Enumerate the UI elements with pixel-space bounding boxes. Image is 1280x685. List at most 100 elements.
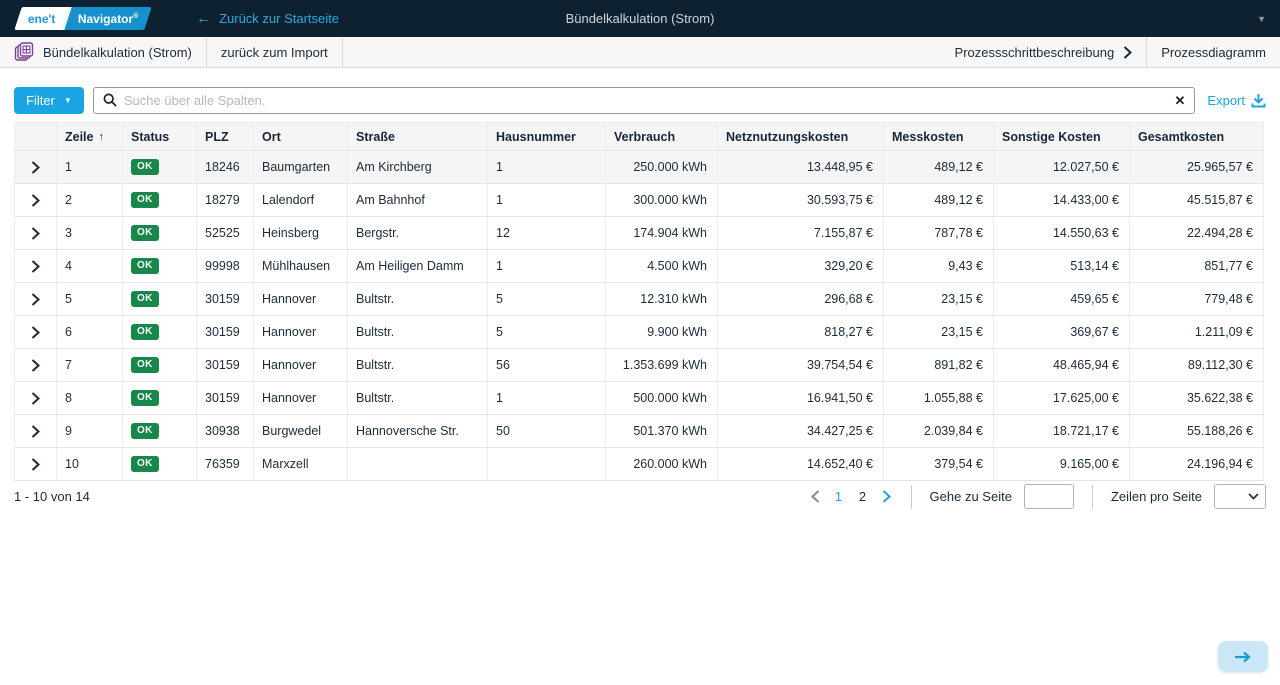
- export-button[interactable]: Export: [1204, 93, 1266, 108]
- expand-row-button[interactable]: [15, 184, 57, 217]
- header-plz[interactable]: PLZ: [197, 123, 254, 151]
- chevron-right-icon: [31, 425, 40, 438]
- process-diagram-link[interactable]: Prozessdiagramm: [1161, 37, 1266, 67]
- search-input[interactable]: [124, 93, 1168, 108]
- search-field[interactable]: ✕: [93, 87, 1196, 114]
- table-row[interactable]: 2 OK 18279 Lalendorf Am Bahnhof 1 300.00…: [15, 184, 1264, 217]
- expand-row-button[interactable]: [15, 283, 57, 316]
- top-app-bar: ene't Navigator® ← Zurück zur Startseite…: [0, 0, 1280, 37]
- cell-messkosten: 23,15 €: [884, 283, 994, 316]
- cell-sonstige-kosten: 14.433,00 €: [994, 184, 1130, 217]
- cell-hausnummer: 1: [488, 382, 606, 415]
- cell-verbrauch: 260.000 kWh: [606, 448, 718, 481]
- expand-row-button[interactable]: [15, 382, 57, 415]
- cell-status: OK: [123, 184, 197, 217]
- table-row[interactable]: 5 OK 30159 Hannover Bultstr. 5 12.310 kW…: [15, 283, 1264, 316]
- table-row[interactable]: 9 OK 30938 Burgwedel Hannoversche Str. 5…: [15, 415, 1264, 448]
- expand-row-button[interactable]: [15, 250, 57, 283]
- cell-strasse: Bultstr.: [348, 349, 488, 382]
- cell-messkosten: 9,43 €: [884, 250, 994, 283]
- back-link-label: Zurück zur Startseite: [219, 11, 339, 26]
- expand-row-button[interactable]: [15, 349, 57, 382]
- cell-sonstige-kosten: 513,14 €: [994, 250, 1130, 283]
- table-row[interactable]: 4 OK 99998 Mühlhausen Am Heiligen Damm 1…: [15, 250, 1264, 283]
- filter-button-label: Filter: [26, 93, 55, 108]
- header-status[interactable]: Status: [123, 123, 197, 151]
- cell-zeile: 9: [57, 415, 123, 448]
- cell-strasse: Am Heiligen Damm: [348, 250, 488, 283]
- table-row[interactable]: 8 OK 30159 Hannover Bultstr. 1 500.000 k…: [15, 382, 1264, 415]
- export-label: Export: [1207, 93, 1245, 108]
- header-verbrauch[interactable]: Verbrauch: [606, 123, 718, 151]
- back-to-home-link[interactable]: ← Zurück zur Startseite: [196, 11, 339, 26]
- cell-zeile: 10: [57, 448, 123, 481]
- back-to-import-label: zurück zum Import: [221, 45, 328, 60]
- expand-row-button[interactable]: [15, 448, 57, 481]
- cell-sonstige-kosten: 18.721,17 €: [994, 415, 1130, 448]
- cell-strasse: Bultstr.: [348, 316, 488, 349]
- table-row[interactable]: 1 OK 18246 Baumgarten Am Kirchberg 1 250…: [15, 151, 1264, 184]
- header-hausnummer[interactable]: Hausnummer: [488, 123, 606, 151]
- cell-verbrauch: 12.310 kWh: [606, 283, 718, 316]
- page-button-2[interactable]: 2: [856, 489, 870, 504]
- cell-sonstige-kosten: 369,67 €: [994, 316, 1130, 349]
- header-expand: [15, 123, 57, 151]
- previous-page-button[interactable]: [809, 490, 822, 503]
- clear-search-icon[interactable]: ✕: [1175, 94, 1186, 107]
- module-title-group: Bündelkalkulation (Strom): [14, 37, 192, 67]
- cell-verbrauch: 174.904 kWh: [606, 217, 718, 250]
- rows-per-page-select[interactable]: [1214, 484, 1266, 509]
- process-step-description-link[interactable]: Prozessschrittbeschreibung: [955, 37, 1133, 67]
- cell-netznutzungskosten: 14.652,40 €: [718, 448, 884, 481]
- back-arrow-icon: ←: [196, 11, 211, 26]
- status-badge: OK: [131, 423, 159, 439]
- cell-gesamtkosten: 1.211,09 €: [1130, 316, 1264, 349]
- cell-strasse: Am Kirchberg: [348, 151, 488, 184]
- cell-ort: Baumgarten: [254, 151, 348, 184]
- chevron-down-icon[interactable]: ▼: [1257, 14, 1266, 24]
- back-to-import-link[interactable]: zurück zum Import: [221, 37, 328, 67]
- cell-ort: Burgwedel: [254, 415, 348, 448]
- divider: [206, 37, 207, 67]
- cell-zeile: 2: [57, 184, 123, 217]
- header-messkosten[interactable]: Messkosten: [884, 123, 994, 151]
- table-row[interactable]: 6 OK 30159 Hannover Bultstr. 5 9.900 kWh…: [15, 316, 1264, 349]
- breadcrumb-bar: Bündelkalkulation (Strom) zurück zum Imp…: [0, 37, 1280, 68]
- header-zeile[interactable]: Zeile ↑: [57, 123, 123, 151]
- cell-gesamtkosten: 55.188,26 €: [1130, 415, 1264, 448]
- next-step-button[interactable]: [1218, 641, 1268, 672]
- header-strasse[interactable]: Straße: [348, 123, 488, 151]
- expand-row-button[interactable]: [15, 415, 57, 448]
- header-sonstige-kosten[interactable]: Sonstige Kosten: [994, 123, 1130, 151]
- expand-row-button[interactable]: [15, 316, 57, 349]
- expand-row-button[interactable]: [15, 151, 57, 184]
- page-button-1[interactable]: 1: [832, 489, 846, 504]
- table-row[interactable]: 7 OK 30159 Hannover Bultstr. 56 1.353.69…: [15, 349, 1264, 382]
- filter-button[interactable]: Filter ▼: [14, 87, 84, 114]
- header-ort[interactable]: Ort: [254, 123, 348, 151]
- cell-gesamtkosten: 851,77 €: [1130, 250, 1264, 283]
- status-badge: OK: [131, 159, 159, 175]
- cell-zeile: 7: [57, 349, 123, 382]
- status-badge: OK: [131, 324, 159, 340]
- cell-plz: 76359: [197, 448, 254, 481]
- sort-ascending-icon: ↑: [99, 131, 105, 143]
- cell-netznutzungskosten: 329,20 €: [718, 250, 884, 283]
- cell-verbrauch: 4.500 kWh: [606, 250, 718, 283]
- expand-row-button[interactable]: [15, 217, 57, 250]
- status-badge: OK: [131, 456, 159, 472]
- cell-sonstige-kosten: 17.625,00 €: [994, 382, 1130, 415]
- table-row[interactable]: 10 OK 76359 Marxzell 260.000 kWh 14.652,…: [15, 448, 1264, 481]
- header-gesamtkosten[interactable]: Gesamtkosten: [1130, 123, 1264, 151]
- goto-page-input[interactable]: [1024, 484, 1074, 509]
- cell-messkosten: 379,54 €: [884, 448, 994, 481]
- table-row[interactable]: 3 OK 52525 Heinsberg Bergstr. 12 174.904…: [15, 217, 1264, 250]
- chevron-right-icon: [31, 392, 40, 405]
- status-badge: OK: [131, 192, 159, 208]
- arrow-right-icon: [1234, 651, 1252, 663]
- cell-status: OK: [123, 151, 197, 184]
- next-page-button[interactable]: [880, 490, 893, 503]
- cell-strasse: Bultstr.: [348, 283, 488, 316]
- cell-hausnummer: [488, 448, 606, 481]
- header-netznutzungskosten[interactable]: Netznutzungskosten: [718, 123, 884, 151]
